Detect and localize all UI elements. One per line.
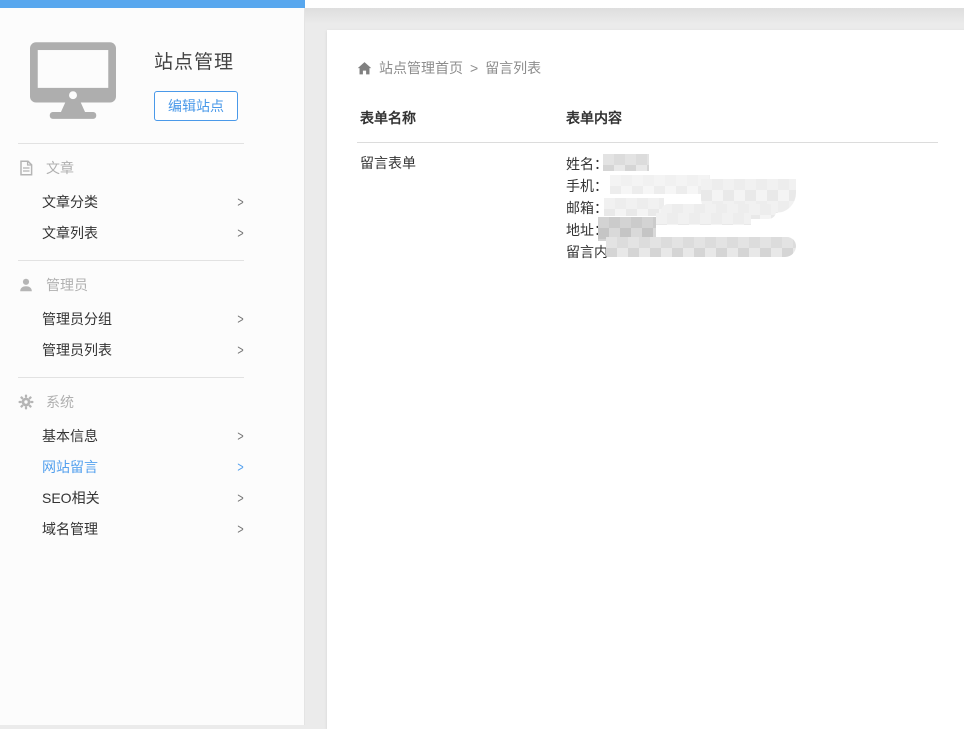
sidebar-item-label: 网站留言 — [42, 457, 98, 477]
breadcrumb: 站点管理首页 > 留言列表 — [357, 58, 938, 78]
chevron-right-icon: > — [237, 341, 243, 358]
sidebar-section-admins: 管理员 管理员分组 > 管理员列表 > — [0, 261, 304, 377]
sidebar-item-article-list[interactable]: 文章列表 > — [0, 217, 304, 248]
sidebar-item-label: 文章列表 — [42, 223, 98, 243]
sidebar-item-label: 文章分类 — [42, 192, 98, 212]
sidebar-item-article-categories[interactable]: 文章分类 > — [0, 186, 304, 217]
sidebar-item-admin-groups[interactable]: 管理员分组 > — [0, 303, 304, 334]
form-content-cell: 姓名： 手机： 邮箱： 地址： 留言内 — [566, 153, 938, 263]
edit-site-button[interactable]: 编辑站点 — [154, 91, 238, 121]
chevron-right-icon: > — [237, 458, 243, 475]
redacted-mosaic — [606, 237, 796, 257]
column-header-form-name: 表单名称 — [357, 100, 563, 143]
redacted-mosaic — [610, 175, 710, 194]
table-header-row: 表单名称 表单内容 — [357, 100, 938, 143]
gear-icon — [18, 394, 34, 410]
sidebar-section-system: 系统 基本信息 > 网站留言 > SEO相关 > 域名管理 > — [0, 378, 304, 556]
user-icon — [18, 277, 34, 293]
sidebar-item-label: SEO相关 — [42, 488, 100, 508]
redacted-mosaic — [604, 198, 664, 216]
document-icon — [18, 160, 34, 176]
sidebar: 站点管理 编辑站点 文章 文章分类 > 文章列表 > — [0, 8, 305, 725]
home-icon — [357, 61, 372, 76]
main-content: 站点管理首页 > 留言列表 表单名称 表单内容 留言表单 姓名： 手机： 邮箱：… — [327, 30, 964, 729]
chevron-right-icon: > — [237, 489, 243, 506]
sidebar-section-header-admins: 管理员 — [0, 267, 304, 303]
monitor-icon — [30, 42, 116, 125]
sidebar-section-label: 系统 — [46, 392, 74, 412]
sidebar-item-site-messages[interactable]: 网站留言 > — [0, 451, 304, 482]
chevron-right-icon: > — [237, 193, 243, 210]
sidebar-item-label: 基本信息 — [42, 426, 98, 446]
message-table: 表单名称 表单内容 留言表单 姓名： 手机： 邮箱： 地址： 留言内 — [357, 100, 938, 263]
sidebar-item-seo[interactable]: SEO相关 > — [0, 482, 304, 513]
sidebar-section-label: 文章 — [46, 158, 74, 178]
sidebar-section-articles: 文章 文章分类 > 文章列表 > — [0, 144, 304, 260]
column-header-form-content: 表单内容 — [563, 100, 938, 143]
breadcrumb-home-link[interactable]: 站点管理首页 — [379, 58, 463, 78]
sidebar-item-label: 管理员分组 — [42, 309, 112, 329]
sidebar-section-header-system: 系统 — [0, 384, 304, 420]
chevron-right-icon: > — [237, 310, 243, 327]
chevron-right-icon: > — [237, 520, 243, 537]
topbar-accent — [0, 0, 305, 8]
sidebar-item-label: 管理员列表 — [42, 340, 112, 360]
redacted-mosaic — [603, 154, 649, 171]
sidebar-item-basic-info[interactable]: 基本信息 > — [0, 420, 304, 451]
chevron-right-icon: > — [237, 224, 243, 241]
sidebar-section-label: 管理员 — [46, 275, 88, 295]
sidebar-item-domain-management[interactable]: 域名管理 > — [0, 513, 304, 544]
sidebar-item-label: 域名管理 — [42, 519, 98, 539]
redacted-mosaic — [656, 213, 751, 225]
breadcrumb-separator: > — [470, 60, 478, 76]
table-row: 留言表单 姓名： 手机： 邮箱： 地址： 留言内 — [357, 143, 938, 264]
breadcrumb-current: 留言列表 — [485, 58, 541, 78]
form-name-cell: 留言表单 — [357, 143, 563, 264]
sidebar-section-header-articles: 文章 — [0, 150, 304, 186]
site-profile: 站点管理 编辑站点 — [0, 8, 304, 143]
chevron-right-icon: > — [237, 427, 243, 444]
page-title: 站点管理 — [154, 47, 238, 74]
sidebar-item-admin-list[interactable]: 管理员列表 > — [0, 334, 304, 365]
